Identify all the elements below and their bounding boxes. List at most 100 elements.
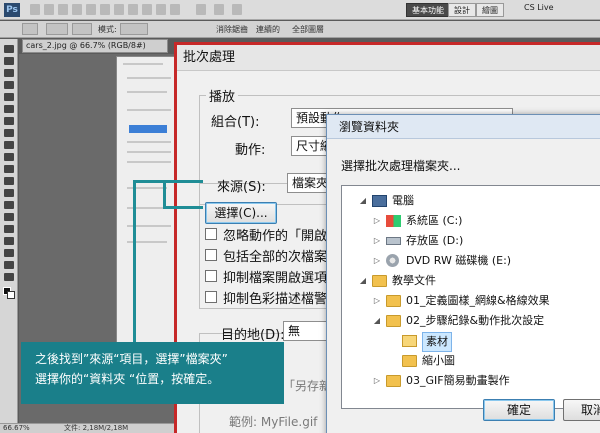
tolerance-field[interactable]: [72, 23, 92, 35]
include-subfolders-checkbox[interactable]: [205, 249, 217, 261]
bg-dialog-line: [127, 161, 171, 163]
hand-tool-icon[interactable]: [4, 261, 14, 269]
collapsed-icon[interactable]: ▷: [372, 212, 382, 230]
menu-item-14[interactable]: [232, 4, 242, 15]
tree-node-label: 素材: [422, 332, 452, 352]
path-selection-tool-icon[interactable]: [4, 237, 14, 245]
cancel-button[interactable]: 取消: [563, 399, 600, 421]
tree-node-tutorials[interactable]: ◢ 教學文件: [358, 272, 598, 290]
filename-example: 範例: MyFile.gif: [229, 415, 318, 429]
expanded-icon[interactable]: ◢: [358, 272, 368, 290]
callout-line-1: 之後找到”來源“項目，選擇”檔案夾”: [35, 352, 228, 366]
zoom-readout[interactable]: 66.67%: [3, 424, 30, 433]
contiguous-label[interactable]: 連續的: [256, 24, 280, 35]
windows-drive-icon: [386, 215, 401, 227]
tree-node-label: 系統區 (C:): [406, 214, 463, 227]
tree-node-dvd-e[interactable]: ▷ DVD RW 磁碟機 (E:): [372, 252, 600, 270]
eraser-tool-icon[interactable]: [4, 165, 14, 173]
folder-icon: [386, 295, 401, 307]
tree-node-folder-01[interactable]: ▷ 01_定義圖樣_網線&格線效果: [372, 292, 600, 310]
menu-item-11[interactable]: [170, 4, 180, 15]
drive-icon: [386, 237, 401, 245]
magic-wand-tool-icon[interactable]: [4, 81, 14, 89]
suppress-open-options-checkbox[interactable]: [205, 270, 217, 282]
menu-item-10[interactable]: [156, 4, 166, 15]
workspace-tab-design[interactable]: 設計: [448, 3, 476, 17]
workspace-tab-essentials[interactable]: 基本功能: [406, 3, 450, 17]
tree-node-drive-d[interactable]: ▷ 存放區 (D:): [372, 232, 600, 250]
background-color-swatch[interactable]: [7, 291, 15, 299]
folder-open-icon: [402, 335, 417, 347]
healing-tool-icon[interactable]: [4, 117, 14, 125]
gradient-tool-icon[interactable]: [4, 177, 14, 185]
tree-node-materials-selected[interactable]: 素材: [388, 332, 588, 352]
shape-tool-icon[interactable]: [4, 249, 14, 257]
override-open-checkbox[interactable]: [205, 228, 217, 240]
folder-icon: [386, 375, 401, 387]
bg-dialog-line: [123, 63, 163, 65]
folder-tree[interactable]: ◢ 電腦 ▷ 系統區 (C:) ▷ 存放區 (D:) ▷ DVD RW 磁碟機 …: [341, 185, 600, 409]
workspace-tab-painting[interactable]: 繪圖: [476, 3, 504, 17]
lasso-tool-icon[interactable]: [4, 69, 14, 77]
menu-item-9[interactable]: [142, 4, 152, 15]
menu-item-8[interactable]: [128, 4, 138, 15]
menu-item-5[interactable]: [86, 4, 96, 15]
dodge-tool-icon[interactable]: [4, 201, 14, 209]
tree-node-drive-c[interactable]: ▷ 系統區 (C:): [372, 212, 600, 230]
suppress-color-warning-checkbox[interactable]: [205, 291, 217, 303]
brush-tool-icon[interactable]: [4, 129, 14, 137]
tree-node-thumbnails[interactable]: 縮小圖: [388, 352, 588, 370]
clone-stamp-tool-icon[interactable]: [4, 141, 14, 149]
all-layers-label[interactable]: 全部圖層: [292, 24, 324, 35]
menu-item-6[interactable]: [100, 4, 110, 15]
menu-item-7[interactable]: [114, 4, 124, 15]
expanded-icon[interactable]: ◢: [372, 312, 382, 330]
suppress-color-warning-label: 抑制色彩描述檔警告: [223, 292, 341, 307]
eyedropper-tool-icon[interactable]: [4, 105, 14, 113]
menu-item-4[interactable]: [72, 4, 82, 15]
browse-dialog-title: 瀏覽資料夾: [327, 115, 600, 139]
collapsed-icon[interactable]: ▷: [372, 252, 382, 270]
anti-alias-label[interactable]: 消除鋸齒: [216, 24, 248, 35]
computer-icon: [372, 195, 387, 207]
tree-node-computer[interactable]: ◢ 電腦: [358, 192, 598, 210]
blur-tool-icon[interactable]: [4, 189, 14, 197]
override-open-label: 忽略動作的「開啟」: [223, 229, 341, 244]
include-subfolders-label: 包括全部的次檔案夾: [223, 250, 341, 265]
source-label: 來源(S):: [217, 180, 266, 195]
bg-dialog-highlight: [129, 125, 167, 133]
crop-tool-icon[interactable]: [4, 93, 14, 101]
history-brush-tool-icon[interactable]: [4, 153, 14, 161]
cs-live-link[interactable]: CS Live: [524, 3, 554, 12]
tree-node-folder-02[interactable]: ◢ 02_步驟紀錄&動作批次設定: [372, 312, 600, 330]
callout-connector: [133, 180, 203, 183]
menu-item-3[interactable]: [58, 4, 68, 15]
batch-dialog-title: 批次處理: [177, 45, 600, 71]
collapsed-icon[interactable]: ▷: [372, 292, 382, 310]
bg-dialog-line: [127, 77, 171, 79]
bg-dialog-line: [127, 141, 171, 143]
expanded-icon[interactable]: ◢: [358, 192, 368, 210]
bg-dialog-line: [127, 109, 171, 111]
document-tab[interactable]: cars_2.jpg @ 66.7% (RGB/8#): [22, 39, 168, 53]
tool-preset-picker[interactable]: [22, 23, 38, 35]
tree-node-label: 電腦: [392, 194, 414, 207]
blend-mode-select[interactable]: [120, 23, 148, 35]
type-tool-icon[interactable]: [4, 225, 14, 233]
menu-item-13[interactable]: [214, 4, 224, 15]
menu-item-2[interactable]: [44, 4, 54, 15]
marquee-tool-icon[interactable]: [4, 57, 14, 65]
tree-node-folder-03[interactable]: ▷ 03_GIF簡易動畫製作: [372, 372, 600, 390]
collapsed-icon[interactable]: ▷: [372, 372, 382, 390]
bg-dialog-line: [127, 151, 171, 153]
document-size-readout: 文件: 2,18M/2,18M: [64, 424, 129, 432]
choose-button[interactable]: 選擇(C)...: [205, 202, 277, 224]
move-tool-icon[interactable]: [4, 45, 14, 53]
pen-tool-icon[interactable]: [4, 213, 14, 221]
mode-select[interactable]: [46, 23, 68, 35]
collapsed-icon[interactable]: ▷: [372, 232, 382, 250]
menu-item-12[interactable]: [196, 4, 206, 15]
ok-button[interactable]: 確定: [483, 399, 555, 421]
menu-item-1[interactable]: [30, 4, 40, 15]
zoom-tool-icon[interactable]: [4, 273, 14, 281]
